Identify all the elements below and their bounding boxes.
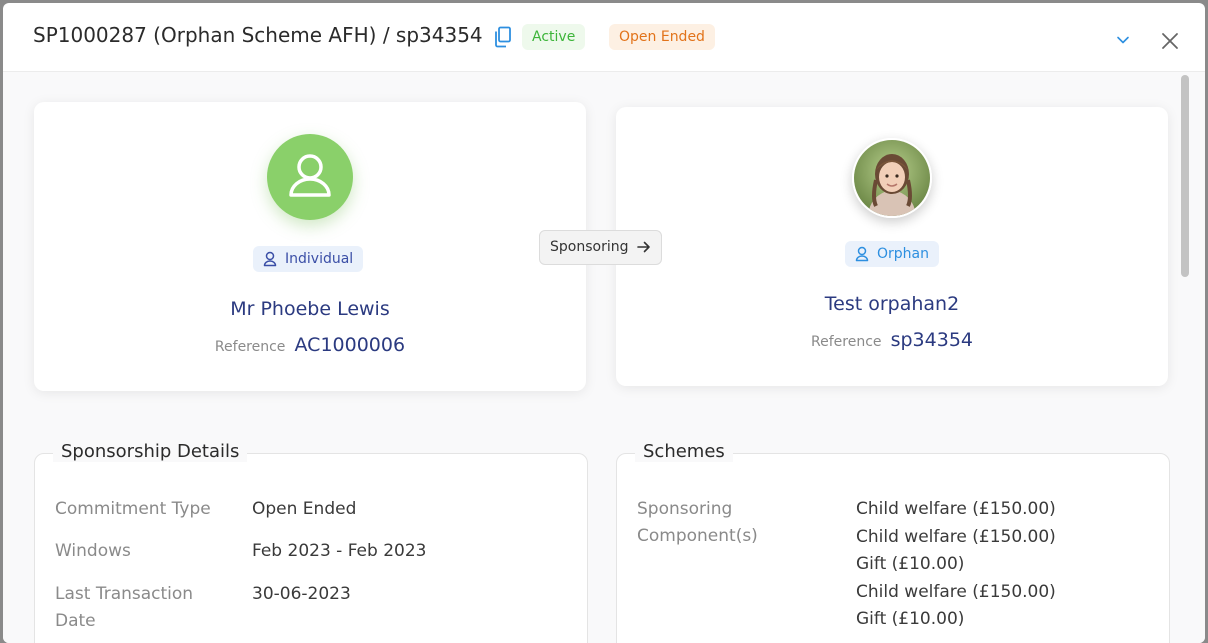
modal-title: SP1000287 (Orphan Scheme AFH) / sp34354	[33, 23, 483, 47]
sponsorship-modal: SP1000287 (Orphan Scheme AFH) / sp34354 …	[3, 3, 1205, 643]
scrollbar[interactable]	[1181, 75, 1189, 277]
reference-label: Reference	[811, 334, 882, 350]
status-badge: Active	[522, 24, 586, 50]
beneficiary-photo	[852, 138, 932, 218]
scheme-component: Gift (£10.00)	[856, 609, 965, 629]
detail-label: Windows	[55, 541, 131, 561]
commitment-badge: Open Ended	[609, 24, 715, 50]
close-icon[interactable]	[1161, 32, 1179, 54]
sponsor-card: Individual Mr Phoebe Lewis Reference AC1…	[34, 102, 586, 391]
scheme-component-list: Child welfare (£150.00) Child welfare (£…	[856, 496, 1056, 634]
sponsoring-relation: Sponsoring	[539, 230, 662, 265]
copy-icon[interactable]	[493, 26, 513, 52]
detail-value: 30-06-2023	[252, 584, 351, 604]
sponsor-avatar	[267, 134, 353, 220]
detail-label: Commitment Type	[55, 499, 211, 519]
beneficiary-type-chip: Orphan	[845, 241, 939, 267]
schemes-section: Schemes Sponsoring Component(s) Child we…	[616, 441, 1170, 643]
user-icon	[855, 246, 869, 262]
detail-label: Last Transaction Date	[55, 584, 194, 631]
detail-value: Feb 2023 - Feb 2023	[252, 541, 427, 561]
detail-value: Open Ended	[252, 499, 357, 519]
reference-value[interactable]: sp34354	[891, 329, 973, 351]
beneficiary-reference: Reference sp34354	[616, 329, 1168, 351]
scheme-label: Sponsoring Component(s)	[637, 499, 758, 546]
sponsor-type-chip: Individual	[253, 246, 364, 272]
user-icon	[289, 154, 331, 197]
scheme-component: Child welfare (£150.00)	[856, 581, 1056, 602]
reference-value[interactable]: AC1000006	[295, 334, 406, 356]
beneficiary-type-label: Orphan	[877, 246, 929, 262]
sponsor-name[interactable]: Mr Phoebe Lewis	[34, 298, 586, 320]
beneficiary-name[interactable]: Test orpahan2	[616, 293, 1168, 315]
section-title: Schemes	[635, 441, 733, 462]
scheme-component: Child welfare (£150.00)	[856, 499, 1056, 519]
chevron-down-icon[interactable]	[1116, 30, 1130, 49]
user-icon	[263, 251, 277, 267]
section-title: Sponsorship Details	[53, 441, 248, 462]
arrow-right-icon	[637, 241, 650, 253]
modal-header: SP1000287 (Orphan Scheme AFH) / sp34354 …	[3, 3, 1205, 72]
sponsor-reference: Reference AC1000006	[34, 334, 586, 356]
beneficiary-card: Orphan Test orpahan2 Reference sp34354	[616, 107, 1168, 386]
sponsorship-details-section: Sponsorship Details Commitment Type Open…	[34, 441, 588, 643]
reference-label: Reference	[214, 339, 286, 355]
scheme-component: Child welfare (£150.00)	[856, 526, 1056, 547]
sponsor-type-label: Individual	[285, 251, 354, 267]
sponsoring-label: Sponsoring	[550, 239, 629, 255]
scheme-component: Gift (£10.00)	[856, 554, 965, 574]
